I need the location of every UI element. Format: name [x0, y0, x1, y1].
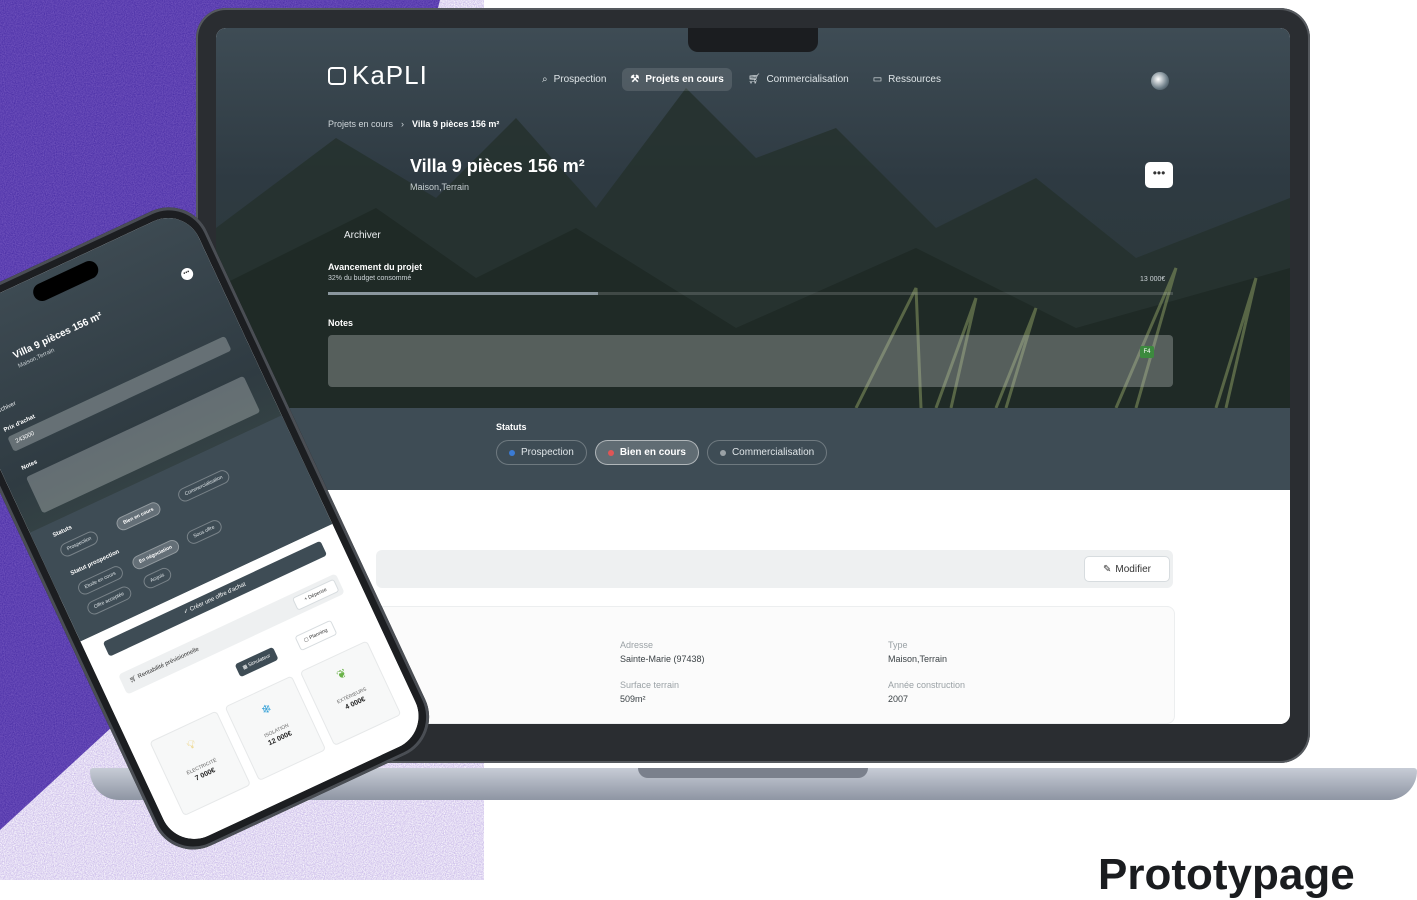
top-nav: ⌕ Prospection ⚒ Projets en cours 🛒︎ Commerc…: [534, 68, 949, 91]
field-label-annee: Année construction: [888, 680, 966, 690]
notes-label: Notes: [328, 318, 354, 328]
tab-label: Planning: [308, 627, 329, 642]
page-subtitle: Maison,Terrain: [410, 182, 470, 192]
nav-label: Commercialisation: [766, 74, 849, 85]
breadcrumb-parent-link[interactable]: Projets en cours: [328, 119, 393, 129]
page-title: Villa 9 pièces 156 m²: [410, 156, 585, 176]
nav-label: Ressources: [888, 74, 941, 85]
progress-title: Avancement du projet: [328, 262, 423, 272]
logo-mark-icon: [328, 66, 346, 85]
cart-icon: 🛒︎: [747, 74, 761, 85]
more-options-button[interactable]: •••: [1145, 162, 1173, 188]
avatar[interactable]: [1151, 72, 1169, 90]
field-value-adresse: Sainte-Marie (97438): [620, 654, 705, 664]
nav-projets-en-cours[interactable]: ⚒ Projets en cours: [622, 68, 732, 91]
breadcrumb-current: Villa 9 pièces 156 m²: [412, 119, 500, 129]
nav-label: Projets en cours: [645, 74, 724, 85]
notes-textarea[interactable]: [328, 335, 1173, 387]
archive-button[interactable]: Archiver: [344, 230, 381, 241]
details-header-bar: [376, 550, 1173, 588]
field-label-type: Type: [888, 640, 908, 650]
status-dot-icon: [719, 449, 726, 456]
details-card: [376, 606, 1175, 724]
status-chip-commercialisation[interactable]: Commercialisation: [706, 440, 828, 465]
field-value-type: Maison,Terrain: [888, 654, 948, 664]
field-label-surface: Surface terrain: [620, 680, 680, 690]
status-dot-icon: [509, 449, 515, 456]
nav-label: Prospection: [553, 74, 607, 85]
field-value-annee: 2007: [888, 694, 909, 704]
status-dot-icon: [607, 449, 614, 456]
search-icon: ⌕: [542, 74, 548, 85]
nav-prospection[interactable]: ⌕ Prospection: [534, 68, 614, 91]
tagline: Prototypage: [1098, 850, 1355, 899]
statuts-title: Statuts: [496, 422, 527, 432]
folder-icon: ▭: [872, 74, 883, 85]
logo-text: KaPLI: [352, 60, 428, 90]
breadcrumb-separator: ›: [401, 119, 405, 129]
field-label-adresse: Adresse: [620, 640, 654, 650]
laptop-groove: [638, 768, 868, 778]
hammer-icon: ⚒: [630, 74, 640, 85]
laptop-notch: [688, 28, 818, 52]
pencil-icon: ✎: [1103, 563, 1112, 575]
progress-subtitle: 32% du budget consommé: [328, 275, 412, 282]
chip-label: Bien en cours: [619, 447, 686, 458]
progress-bar: [328, 292, 1173, 295]
nav-commercialisation[interactable]: 🛒︎ Commercialisation: [740, 68, 857, 91]
hero-banner: KaPLI ⌕ Prospection ⚒ Projets en cours 🛒︎ C…: [216, 28, 1290, 408]
progress-amount: 13 000€: [1140, 276, 1166, 283]
status-chip-prospection[interactable]: Prospection: [496, 440, 587, 465]
status-chips: Prospection Bien en cours Commercialisat…: [496, 440, 828, 465]
progress-bar-fill: [328, 292, 599, 295]
field-value-surface: 509m²: [620, 694, 646, 704]
chip-label: Commercialisation: [731, 447, 815, 458]
kapli-logo[interactable]: KaPLI: [328, 60, 428, 91]
status-chip-bien-en-cours[interactable]: Bien en cours: [594, 440, 699, 465]
modifier-button[interactable]: ✎ Modifier: [1084, 556, 1170, 582]
notes-badge: F4: [1140, 346, 1154, 358]
breadcrumb: Projets en cours › Villa 9 pièces 156 m²: [328, 119, 499, 129]
nav-ressources[interactable]: ▭ Ressources: [865, 68, 949, 91]
modifier-label: Modifier: [1115, 563, 1151, 575]
chip-label: Prospection: [521, 447, 574, 458]
